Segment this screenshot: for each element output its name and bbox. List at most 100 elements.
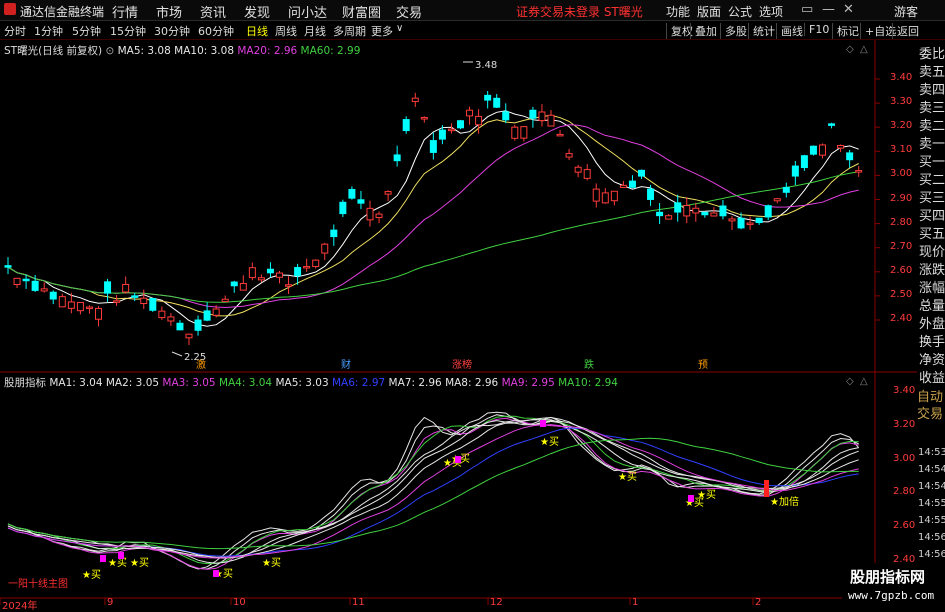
main-price-tick: 2.70 <box>890 240 913 252</box>
sub-price-tick: 3.20 <box>893 418 916 430</box>
date-tick: 1 <box>632 597 639 608</box>
quote-panel: 委比 卖五 卖四 卖三 卖二 卖一 买一 买二 买三 买四 买五 现价 涨跌 涨幅 总量 外盘 换手 净资 收益 <box>917 40 945 386</box>
candle-body <box>638 169 645 177</box>
indicator-lines <box>7 411 860 570</box>
menu-xuanxiang[interactable]: 选项 <box>759 3 783 20</box>
candle-body <box>239 282 247 291</box>
period-60min[interactable]: 60分钟 <box>198 23 234 39</box>
quote-label: 卖一 <box>919 137 945 152</box>
candle-body <box>438 129 446 140</box>
period-multi[interactable]: 多周期 <box>333 23 366 39</box>
restore-window-icon[interactable]: ▭ <box>801 2 813 17</box>
btn-tongji[interactable]: 统计 <box>748 23 775 39</box>
menu-jiaoyi[interactable]: 交易 <box>396 2 422 21</box>
buy-signal: ★买 <box>108 557 127 569</box>
quote-label: 现价 <box>919 245 945 260</box>
candle-body <box>619 184 627 188</box>
btn-fuquan[interactable]: 复权 <box>666 23 693 39</box>
candle-body <box>791 165 799 177</box>
candle-body <box>339 201 347 215</box>
time-tick: 14:56 <box>918 532 945 543</box>
more-chevron-icon[interactable]: ∨ <box>396 23 403 34</box>
candle-body <box>529 109 537 119</box>
event-tag: 激 <box>196 358 206 371</box>
quote-label: 净资 <box>919 353 945 368</box>
event-tag: 财 <box>341 358 351 371</box>
date-tick: 12 <box>490 597 503 608</box>
candle-body <box>719 205 727 217</box>
time-tick: 14:55 <box>918 498 945 509</box>
period-15min[interactable]: 15分钟 <box>110 23 146 39</box>
btn-biaoji[interactable]: 标记 <box>832 23 859 39</box>
btn-duogu[interactable]: 多股 <box>720 23 747 39</box>
menu-zixun[interactable]: 资讯 <box>200 2 226 21</box>
candle-body <box>610 190 618 202</box>
candle-body <box>574 166 582 173</box>
menu-wenxiaoda[interactable]: 问小达 <box>288 2 327 21</box>
quote-label: 委比 <box>919 47 945 62</box>
quote-label: 换手 <box>919 335 945 350</box>
quote-label: 买一 <box>919 155 945 170</box>
main-price-tick: 3.10 <box>890 144 913 156</box>
btn-f10[interactable]: F10 <box>804 23 829 36</box>
candle-body <box>76 301 84 312</box>
candle-body <box>393 154 401 162</box>
period-monthly[interactable]: 月线 <box>304 23 326 39</box>
period-daily[interactable]: 日线 <box>246 23 268 39</box>
buy-signal: ★加倍 <box>770 495 799 508</box>
menu-gongshi[interactable]: 公式 <box>728 3 752 20</box>
candle-body <box>122 283 130 293</box>
guest-user[interactable]: 游客 <box>894 3 918 20</box>
candle-body <box>746 222 754 226</box>
menu-caifuquan[interactable]: 财富圈 <box>342 2 381 21</box>
main-price-tick: 3.00 <box>890 168 913 180</box>
candle-body <box>411 97 419 103</box>
menu-banmian[interactable]: 版面 <box>697 3 721 20</box>
period-more[interactable]: 更多 <box>371 23 393 39</box>
signal-marker <box>118 552 124 559</box>
btn-diejia[interactable]: 叠加 <box>690 23 717 39</box>
quote-label: 卖四 <box>919 83 945 98</box>
quote-label: 买四 <box>919 209 945 224</box>
period-5min[interactable]: 5分钟 <box>72 23 101 39</box>
period-30min[interactable]: 30分钟 <box>154 23 190 39</box>
candle-body <box>58 296 66 308</box>
candle-body <box>31 280 39 291</box>
menu-shichang[interactable]: 市场 <box>156 2 182 21</box>
period-1min[interactable]: 1分钟 <box>34 23 63 39</box>
candle-body <box>683 205 691 217</box>
btn-huaxian[interactable]: 画线 <box>776 23 803 39</box>
indicator-line <box>7 424 859 559</box>
menu-faxian[interactable]: 发现 <box>244 2 270 21</box>
minimize-window-icon[interactable]: — <box>822 2 835 17</box>
kline-chart[interactable]: 3.482.25激财涨榜跌预★买★买★买★买★买★买★买★买★买★买★买★加倍 … <box>0 40 917 609</box>
btn-return[interactable]: 返回 <box>892 23 919 39</box>
candle-body <box>22 278 30 282</box>
candle-body <box>185 333 193 339</box>
candle-body <box>484 94 492 101</box>
period-fenshi[interactable]: 分时 <box>4 23 26 39</box>
quote-label: 涨幅 <box>919 281 945 296</box>
candle-body <box>447 128 455 132</box>
event-tag: 涨榜 <box>452 358 472 371</box>
close-window-icon[interactable]: ✕ <box>843 2 854 17</box>
login-status: 证券交易未登录 ST曙光 <box>516 5 643 19</box>
date-tick: 2024年 <box>2 601 38 612</box>
period-weekly[interactable]: 周线 <box>275 23 297 39</box>
menu-hangqing[interactable]: 行情 <box>112 2 138 21</box>
candle-body <box>520 126 528 139</box>
candle-body <box>601 192 609 204</box>
candle-body <box>656 211 664 217</box>
trade-label[interactable]: 交易 <box>917 403 943 422</box>
main-price-tick: 3.20 <box>890 120 913 132</box>
btn-add-favorite[interactable]: +自选 <box>860 23 896 39</box>
sub-price-tick: 3.00 <box>893 452 916 464</box>
candle-body <box>248 267 256 279</box>
sub-diamond-icon: ◇ <box>846 376 854 387</box>
quote-label: 涨跌 <box>919 263 945 278</box>
candle-body <box>67 301 75 309</box>
candle-body <box>4 265 12 268</box>
candle-body <box>547 114 555 127</box>
menu-gongneng[interactable]: 功能 <box>666 3 690 20</box>
indicator-line <box>7 437 859 550</box>
